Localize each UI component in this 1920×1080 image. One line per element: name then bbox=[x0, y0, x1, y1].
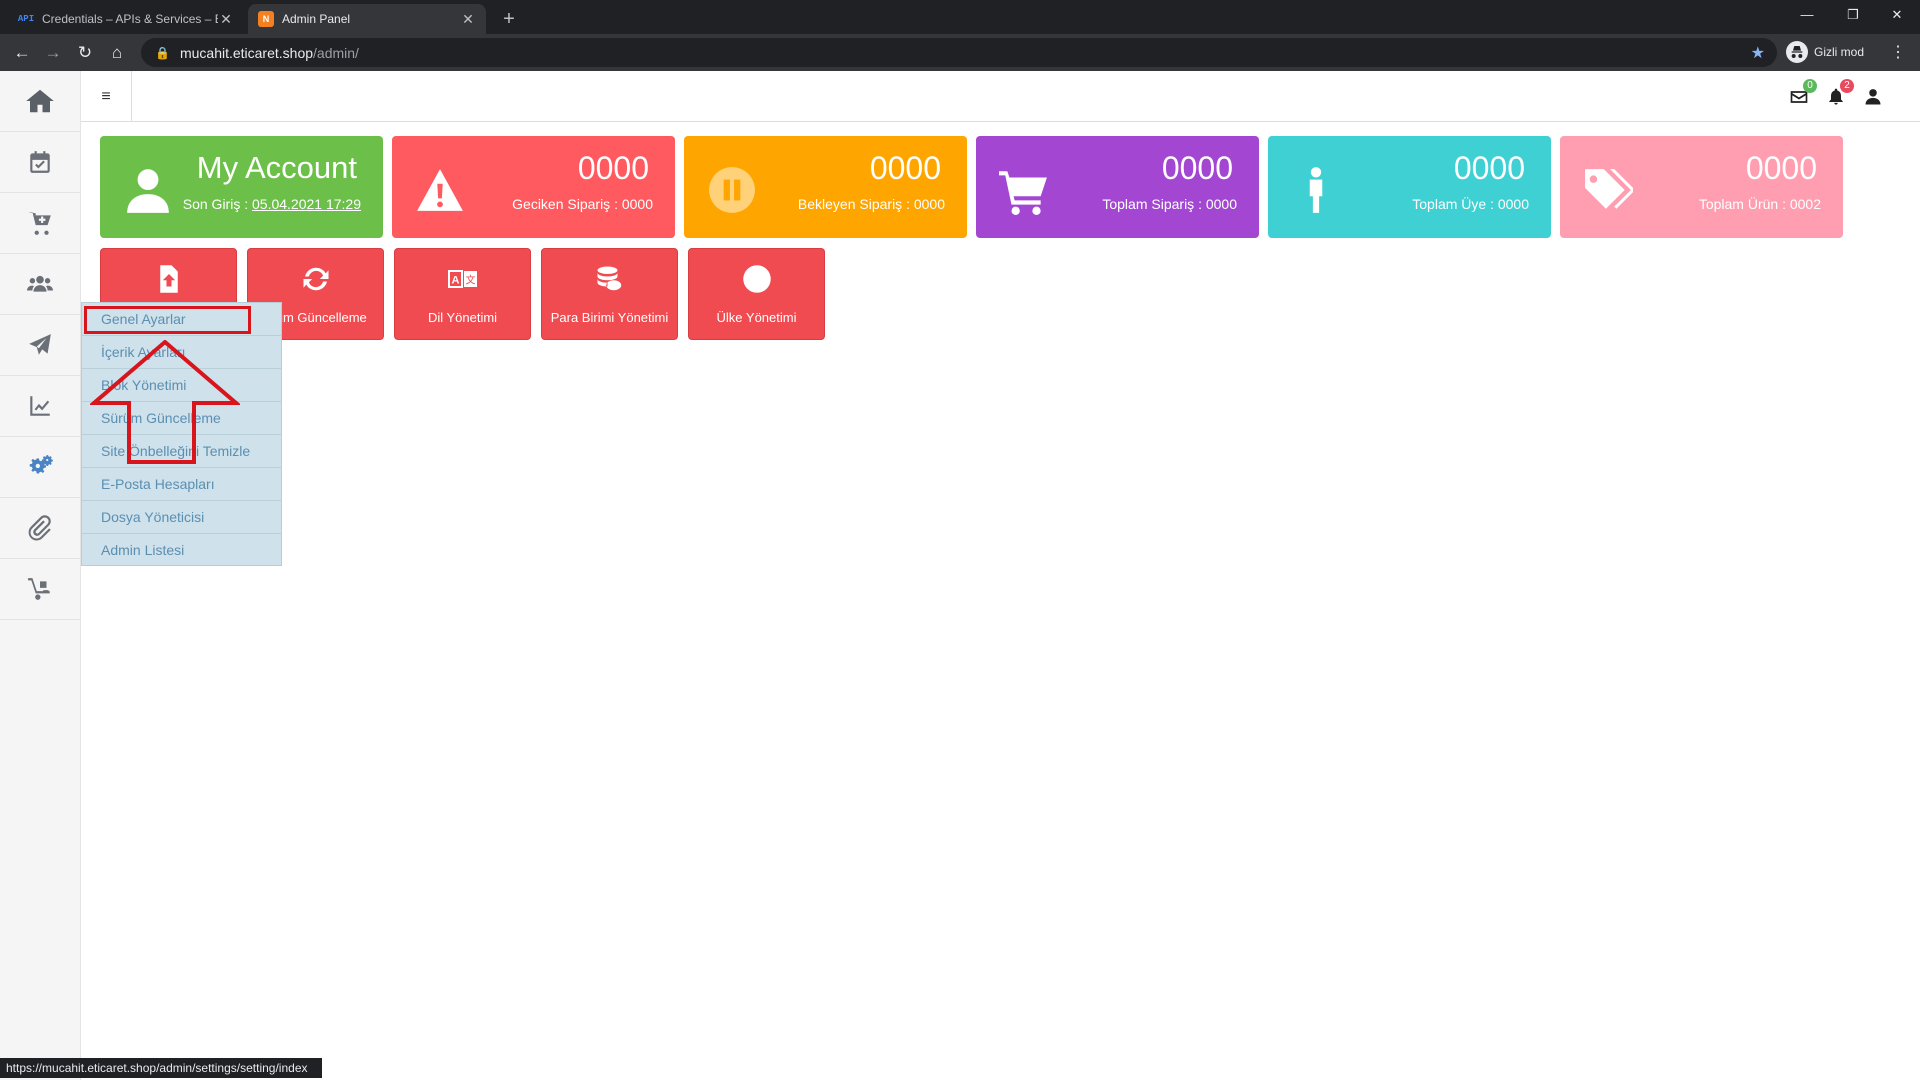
minimize-icon[interactable]: — bbox=[1784, 0, 1830, 30]
sidebar-item-home[interactable] bbox=[0, 71, 80, 132]
last-login-label: Son Giriş : bbox=[182, 196, 252, 212]
browser-tab-bar: API Credentials – APIs & Services – E ✕ … bbox=[0, 0, 1920, 34]
sidebar bbox=[0, 71, 81, 1080]
pending-orders-card[interactable]: 0000 Bekleyen Sipariş : 0000 bbox=[684, 136, 967, 238]
cogs-icon bbox=[29, 455, 53, 474]
total-members-count: 0000 bbox=[1453, 150, 1525, 186]
total-products-card[interactable]: 0000 Toplam Ürün : 0002 bbox=[1560, 136, 1843, 238]
incognito-label: Gizli mod bbox=[1814, 45, 1865, 59]
person-icon bbox=[1288, 162, 1344, 218]
language-icon: A文 bbox=[395, 263, 530, 295]
last-login: Son Giriş : 05.04.2021 17:29 bbox=[183, 196, 361, 212]
new-tab-button[interactable]: + bbox=[496, 6, 522, 32]
user-icon bbox=[120, 162, 176, 218]
menu-item-file-manager[interactable]: Dosya Yöneticisi bbox=[82, 501, 281, 534]
tags-icon bbox=[1580, 162, 1636, 218]
svg-text:文: 文 bbox=[465, 274, 475, 287]
total-orders-label: Toplam Sipariş : 0000 bbox=[1102, 196, 1237, 212]
sidebar-item-messages[interactable] bbox=[0, 315, 80, 376]
tile-country-management[interactable]: Ülke Yönetimi bbox=[688, 248, 825, 340]
sync-icon bbox=[248, 263, 383, 295]
restore-icon[interactable]: ❐ bbox=[1830, 0, 1876, 30]
tile-label: Dil Yönetimi bbox=[427, 310, 498, 325]
tile-label: Ülke Yönetimi bbox=[716, 310, 797, 325]
lock-icon: 🔒 bbox=[155, 45, 170, 60]
warning-icon bbox=[412, 162, 468, 218]
user-icon bbox=[1865, 89, 1881, 105]
up-arrow-annotation-icon bbox=[90, 340, 240, 464]
tab-admin-panel[interactable]: N Admin Panel ✕ bbox=[248, 4, 486, 34]
menu-item-admin-list[interactable]: Admin Listesi bbox=[82, 534, 281, 567]
status-bar-url: https://mucahit.eticaret.shop/admin/sett… bbox=[0, 1058, 322, 1078]
tab-title: Admin Panel bbox=[282, 12, 351, 26]
reload-icon[interactable]: ↻ bbox=[72, 40, 98, 66]
hamburger-menu-icon[interactable]: ≡ bbox=[81, 71, 132, 122]
paper-plane-icon bbox=[29, 334, 51, 355]
my-account-card[interactable]: My Account Son Giriş : 05.04.2021 17:29 bbox=[100, 136, 383, 238]
forward-icon[interactable]: → bbox=[40, 40, 66, 66]
dolly-icon bbox=[28, 578, 50, 600]
bookmark-star-icon[interactable]: ★ bbox=[1751, 43, 1765, 63]
highlight-annotation-box bbox=[84, 306, 251, 334]
tab-title: Credentials – APIs & Services – E bbox=[42, 12, 218, 26]
sidebar-item-orders[interactable] bbox=[0, 132, 80, 193]
svg-text:A: A bbox=[451, 275, 459, 287]
url-path: /admin/ bbox=[313, 44, 359, 61]
shopping-cart-icon bbox=[996, 162, 1052, 218]
total-products-label: Toplam Ürün : 0002 bbox=[1698, 196, 1821, 212]
top-navbar: ≡ 0 2 bbox=[81, 71, 1920, 122]
total-products-count: 0000 bbox=[1745, 150, 1817, 186]
calendar-check-icon bbox=[30, 151, 50, 173]
tile-language-management[interactable]: A文 Dil Yönetimi bbox=[394, 248, 531, 340]
tab-credentials[interactable]: API Credentials – APIs & Services – E ✕ bbox=[8, 4, 244, 34]
home-button-icon[interactable]: ⌂ bbox=[104, 40, 130, 66]
account-title: My Account bbox=[196, 150, 357, 185]
paperclip-icon bbox=[28, 515, 51, 541]
browser-toolbar: ← → ↻ ⌂ 🔒 mucahit.eticaret.shop/admin/ ★… bbox=[0, 34, 1920, 71]
pending-orders-label: Bekleyen Sipariş : 0000 bbox=[797, 196, 945, 212]
late-orders-label: Geciken Sipariş : 0000 bbox=[512, 196, 653, 212]
incognito-indicator[interactable]: Gizli mod bbox=[1786, 40, 1864, 64]
sidebar-item-attachments[interactable] bbox=[0, 498, 80, 559]
sidebar-item-reports[interactable] bbox=[0, 376, 80, 437]
mail-button[interactable]: 0 bbox=[1787, 79, 1817, 109]
pending-orders-count: 0000 bbox=[869, 150, 941, 186]
browser-menu-icon[interactable]: ⋮ bbox=[1888, 40, 1908, 66]
cart-plus-icon bbox=[28, 212, 51, 235]
total-members-card[interactable]: 0000 Toplam Üye : 0000 bbox=[1268, 136, 1551, 238]
chart-line-icon bbox=[30, 396, 50, 416]
total-orders-count: 0000 bbox=[1161, 150, 1233, 186]
late-orders-card[interactable]: 0000 Geciken Sipariş : 0000 bbox=[392, 136, 675, 238]
sidebar-item-users[interactable] bbox=[0, 254, 80, 315]
mail-count-badge: 0 bbox=[1803, 79, 1817, 93]
total-orders-card[interactable]: 0000 Toplam Sipariş : 0000 bbox=[976, 136, 1259, 238]
address-bar[interactable]: 🔒 mucahit.eticaret.shop/admin/ ★ bbox=[141, 38, 1777, 67]
back-icon[interactable]: ← bbox=[9, 40, 35, 66]
coins-icon bbox=[542, 263, 677, 295]
url-host: mucahit.eticaret.shop bbox=[179, 44, 314, 61]
tab-close-icon[interactable]: ✕ bbox=[460, 11, 476, 28]
incognito-icon bbox=[1786, 41, 1808, 63]
site-favicon-icon: N bbox=[258, 11, 274, 27]
sidebar-item-settings[interactable] bbox=[0, 437, 80, 498]
globe-icon bbox=[689, 263, 824, 295]
total-members-label: Toplam Üye : 0000 bbox=[1412, 196, 1529, 212]
late-orders-count: 0000 bbox=[577, 150, 649, 186]
window-close-icon[interactable]: ✕ bbox=[1874, 0, 1920, 30]
tab-close-icon[interactable]: ✕ bbox=[218, 11, 234, 28]
file-upload-icon bbox=[101, 263, 236, 295]
menu-item-email-accounts[interactable]: E-Posta Hesapları bbox=[82, 468, 281, 501]
tile-label: Para Birimi Yönetimi bbox=[550, 310, 669, 325]
home-icon bbox=[26, 89, 54, 113]
notifications-button[interactable]: 2 bbox=[1824, 79, 1854, 109]
sidebar-item-shipping[interactable] bbox=[0, 559, 80, 620]
pause-circle-icon bbox=[704, 162, 760, 218]
user-menu-button[interactable] bbox=[1861, 85, 1885, 109]
sidebar-item-products[interactable] bbox=[0, 193, 80, 254]
api-favicon-icon: API bbox=[17, 14, 35, 24]
last-login-date[interactable]: 05.04.2021 17:29 bbox=[252, 196, 361, 212]
users-icon bbox=[27, 275, 53, 292]
tile-currency-management[interactable]: Para Birimi Yönetimi bbox=[541, 248, 678, 340]
notification-count-badge: 2 bbox=[1840, 79, 1854, 93]
